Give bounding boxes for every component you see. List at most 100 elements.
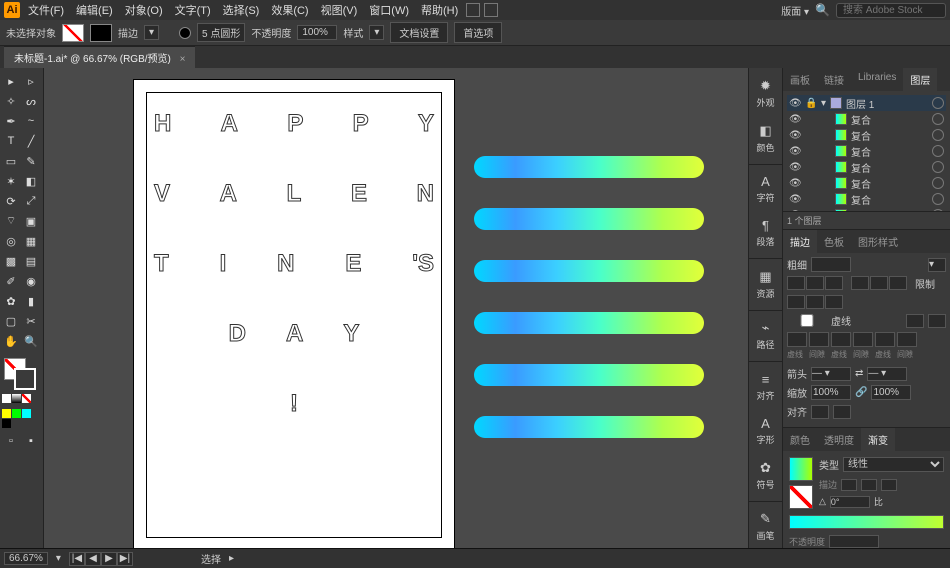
target-icon[interactable]: [932, 193, 944, 205]
letter[interactable]: Y: [343, 320, 359, 348]
disclosure-icon[interactable]: ▾: [821, 98, 826, 109]
color-white[interactable]: [2, 394, 11, 403]
gradient-angle-input[interactable]: [830, 496, 870, 508]
target-icon[interactable]: [932, 161, 944, 173]
canvas[interactable]: H A P P Y V A L E N T I N E: [44, 68, 748, 548]
gradient-bar[interactable]: [474, 312, 704, 334]
gradient-type-select[interactable]: 线性: [843, 457, 944, 472]
arrow-end-dropdown[interactable]: — ▾: [867, 367, 907, 381]
zoom-tool[interactable]: 🔍: [22, 332, 40, 350]
workspace-icon-a[interactable]: [466, 3, 480, 17]
letter[interactable]: A: [220, 180, 237, 208]
cap-round[interactable]: [806, 276, 824, 290]
stroke-gradient-b[interactable]: [861, 479, 877, 491]
cap-projecting[interactable]: [825, 276, 843, 290]
dash-input[interactable]: [831, 332, 851, 347]
letter[interactable]: N: [277, 250, 294, 278]
color-cyan[interactable]: [22, 409, 31, 418]
dock-symbols[interactable]: ✿符号: [751, 454, 781, 497]
dash-mode-a[interactable]: [906, 314, 924, 328]
menu-file[interactable]: 文件(F): [24, 0, 68, 20]
blend-tool[interactable]: ◉: [22, 272, 40, 290]
artboard[interactable]: H A P P Y V A L E N T I N E: [134, 80, 454, 548]
target-icon[interactable]: [932, 97, 944, 109]
grad-stop-opacity-input[interactable]: [829, 535, 879, 548]
cap-butt[interactable]: [787, 276, 805, 290]
menu-help[interactable]: 帮助(H): [417, 0, 462, 20]
stroke-profile-dropdown[interactable]: 5 点圆形: [197, 23, 245, 42]
search-input[interactable]: [836, 3, 946, 18]
arrow-align-b[interactable]: [833, 405, 851, 419]
letter[interactable]: V: [154, 180, 170, 208]
gradient-bar[interactable]: [474, 260, 704, 282]
tab-graphic-styles[interactable]: 图形样式: [851, 230, 905, 253]
free-transform-tool[interactable]: ▣: [22, 212, 40, 230]
target-icon[interactable]: [932, 209, 944, 211]
menu-view[interactable]: 视图(V): [317, 0, 362, 20]
color-green[interactable]: [12, 409, 21, 418]
stroke-dropdown[interactable]: ▾: [928, 258, 946, 272]
gradient-bar[interactable]: [474, 416, 704, 438]
layer-row[interactable]: 👁复合: [787, 191, 946, 207]
stroke-gradient-a[interactable]: [841, 479, 857, 491]
tab-layers[interactable]: 图层: [903, 68, 937, 91]
dock-appearance[interactable]: ✹外观: [751, 72, 781, 115]
target-icon[interactable]: [932, 129, 944, 141]
letter[interactable]: E: [351, 180, 367, 208]
mesh-tool[interactable]: ▩: [2, 252, 20, 270]
letter[interactable]: A: [221, 110, 238, 138]
arrow-align-a[interactable]: [811, 405, 829, 419]
tab-gradient[interactable]: 渐变: [861, 428, 895, 451]
tab-stroke[interactable]: 描边: [783, 230, 817, 253]
visibility-icon[interactable]: 👁: [789, 98, 801, 109]
layer-row[interactable]: 👁复合: [787, 127, 946, 143]
zoom-dropdown-icon[interactable]: ▾: [56, 553, 61, 564]
screen-mode-normal[interactable]: ▫: [2, 432, 20, 450]
style-dropdown[interactable]: ▾: [369, 25, 384, 40]
eyedropper-tool[interactable]: ✐: [2, 272, 20, 290]
perspective-tool[interactable]: ▦: [22, 232, 40, 250]
align-stroke-inside[interactable]: [806, 295, 824, 309]
tab-links[interactable]: 链接: [817, 68, 851, 91]
visibility-icon[interactable]: 👁: [789, 146, 801, 157]
letter[interactable]: P: [287, 110, 303, 138]
line-tool[interactable]: ╱: [22, 132, 40, 150]
dash-input[interactable]: [875, 332, 895, 347]
target-icon[interactable]: [932, 177, 944, 189]
lasso-tool[interactable]: ᔕ: [22, 92, 40, 110]
color-gradient[interactable]: [12, 394, 21, 403]
symbol-sprayer-tool[interactable]: ✿: [2, 292, 20, 310]
dock-assets[interactable]: ▦资源: [751, 263, 781, 306]
shaper-tool[interactable]: ✶: [2, 172, 20, 190]
dash-input[interactable]: [787, 332, 807, 347]
visibility-icon[interactable]: 👁: [789, 114, 801, 125]
gradient-tool[interactable]: ▤: [22, 252, 40, 270]
gradient-bar[interactable]: [474, 364, 704, 386]
gradient-fill-swatch[interactable]: [789, 457, 813, 481]
target-icon[interactable]: [932, 113, 944, 125]
layer-name[interactable]: 图层 1: [846, 96, 928, 111]
align-stroke-outside[interactable]: [825, 295, 843, 309]
visibility-icon[interactable]: 👁: [789, 178, 801, 189]
letter[interactable]: N: [417, 180, 434, 208]
gap-input[interactable]: [853, 332, 873, 347]
gradient-bar[interactable]: [474, 208, 704, 230]
scale-end-input[interactable]: [871, 385, 911, 400]
join-miter[interactable]: [851, 276, 869, 290]
selection-tool[interactable]: ▸: [2, 72, 20, 90]
visibility-icon[interactable]: 👁: [789, 130, 801, 141]
letter[interactable]: A: [286, 320, 303, 348]
letter[interactable]: !: [290, 390, 298, 418]
slice-tool[interactable]: ✂: [22, 312, 40, 330]
scale-start-input[interactable]: [811, 385, 851, 400]
letter[interactable]: I: [220, 250, 227, 278]
nav-prev[interactable]: ◀: [85, 552, 101, 566]
join-round[interactable]: [870, 276, 888, 290]
dock-brushes[interactable]: ✎画笔: [751, 505, 781, 548]
direct-selection-tool[interactable]: ▹: [22, 72, 40, 90]
stroke-color-swatch[interactable]: [14, 368, 36, 390]
curvature-tool[interactable]: ~: [22, 112, 40, 130]
dock-glyphs[interactable]: A字形: [751, 410, 781, 452]
paintbrush-tool[interactable]: ✎: [22, 152, 40, 170]
gradient-bar[interactable]: [474, 156, 704, 178]
